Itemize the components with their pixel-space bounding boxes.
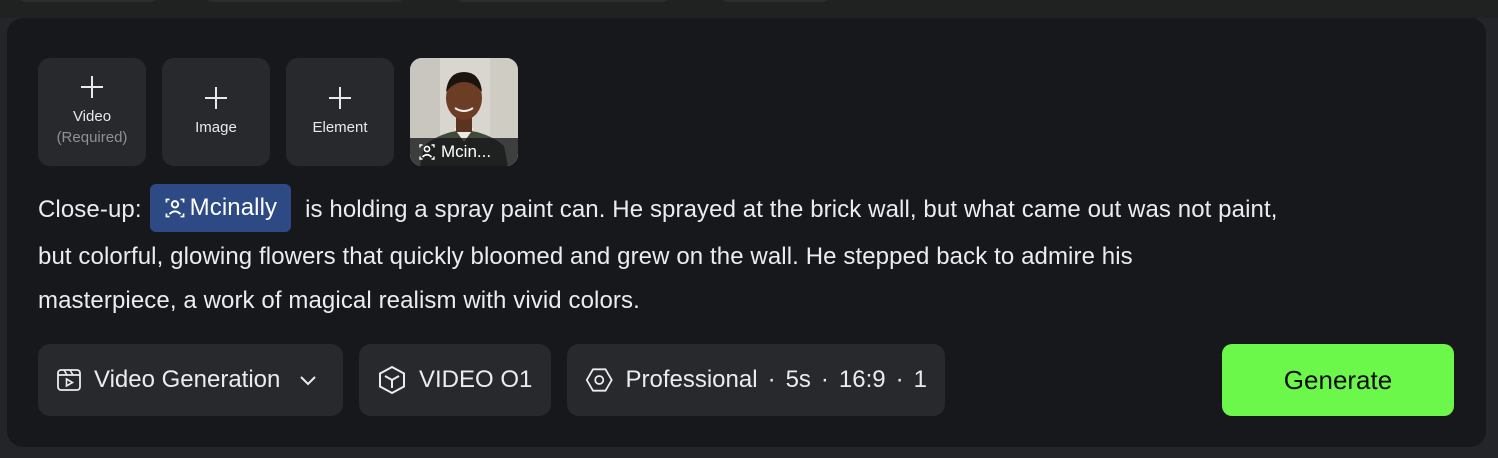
tile-sublabel: (Required) bbox=[56, 129, 128, 146]
element-card-name: Mcin... bbox=[441, 142, 492, 161]
prompt-line-1-rest: is holding a spray paint can. He sprayed… bbox=[305, 196, 1278, 223]
model-selector[interactable]: VIDEO O1 bbox=[359, 344, 551, 416]
plus-icon bbox=[205, 87, 227, 109]
reference-tiles: Video (Required) Image Element Mcin... bbox=[38, 58, 518, 166]
duration-value: 5s bbox=[785, 366, 811, 393]
plus-icon bbox=[329, 87, 351, 109]
tile-label: Image bbox=[195, 119, 237, 136]
add-element-tile[interactable]: Element bbox=[286, 58, 394, 166]
count-value: 1 bbox=[913, 366, 927, 393]
mention-label: Mcinally bbox=[189, 193, 278, 221]
quality-value: Professional bbox=[625, 366, 758, 393]
top-pill bbox=[720, 0, 830, 2]
prompt-prefix: Close-up: bbox=[38, 196, 142, 223]
prompt-line-1: Close-up: Mcinally is holding a spray pai… bbox=[38, 183, 1458, 235]
top-pill bbox=[455, 0, 670, 2]
character-icon bbox=[419, 144, 435, 160]
top-pill bbox=[205, 0, 405, 2]
generate-button[interactable]: Generate bbox=[1222, 344, 1454, 416]
element-card-mcinally[interactable]: Mcin... bbox=[410, 58, 518, 166]
generation-controls: Video Generation VIDEO O1 Professional · 5… bbox=[38, 344, 945, 416]
chevron-down-icon bbox=[300, 376, 317, 386]
settings-summary: Professional · 5s · 16:9 · 1 bbox=[625, 366, 927, 394]
separator: · bbox=[820, 366, 829, 393]
hexagon-settings-icon bbox=[585, 368, 613, 392]
aspect-value: 16:9 bbox=[838, 366, 886, 393]
add-video-tile[interactable]: Video (Required) bbox=[38, 58, 146, 166]
separator: · bbox=[767, 366, 776, 393]
element-mention-chip[interactable]: Mcinally bbox=[149, 183, 292, 232]
character-icon bbox=[165, 198, 185, 218]
model-label: VIDEO O1 bbox=[419, 366, 533, 393]
prompt-line-3: masterpiece, a work of magical realism w… bbox=[38, 286, 640, 314]
tile-label: Element bbox=[312, 119, 368, 136]
cube-icon bbox=[379, 365, 405, 395]
element-card-caption: Mcin... bbox=[410, 138, 518, 166]
top-pill bbox=[18, 0, 158, 2]
mode-dropdown[interactable]: Video Generation bbox=[38, 344, 343, 416]
video-clip-icon bbox=[57, 369, 81, 391]
tile-label: Video bbox=[72, 108, 112, 125]
mode-label: Video Generation bbox=[94, 366, 281, 393]
separator: · bbox=[895, 366, 904, 393]
prompt-line-2: but colorful, glowing flowers that quick… bbox=[38, 242, 1133, 270]
plus-icon bbox=[81, 76, 103, 98]
add-image-tile[interactable]: Image bbox=[162, 58, 270, 166]
prompt-text[interactable]: Close-up: Mcinally is holding a spray pai… bbox=[38, 183, 1458, 323]
top-strip bbox=[0, 0, 1498, 18]
settings-selector[interactable]: Professional · 5s · 16:9 · 1 bbox=[567, 344, 945, 416]
composer-panel: Video (Required) Image Element Mcin... C… bbox=[7, 18, 1486, 447]
